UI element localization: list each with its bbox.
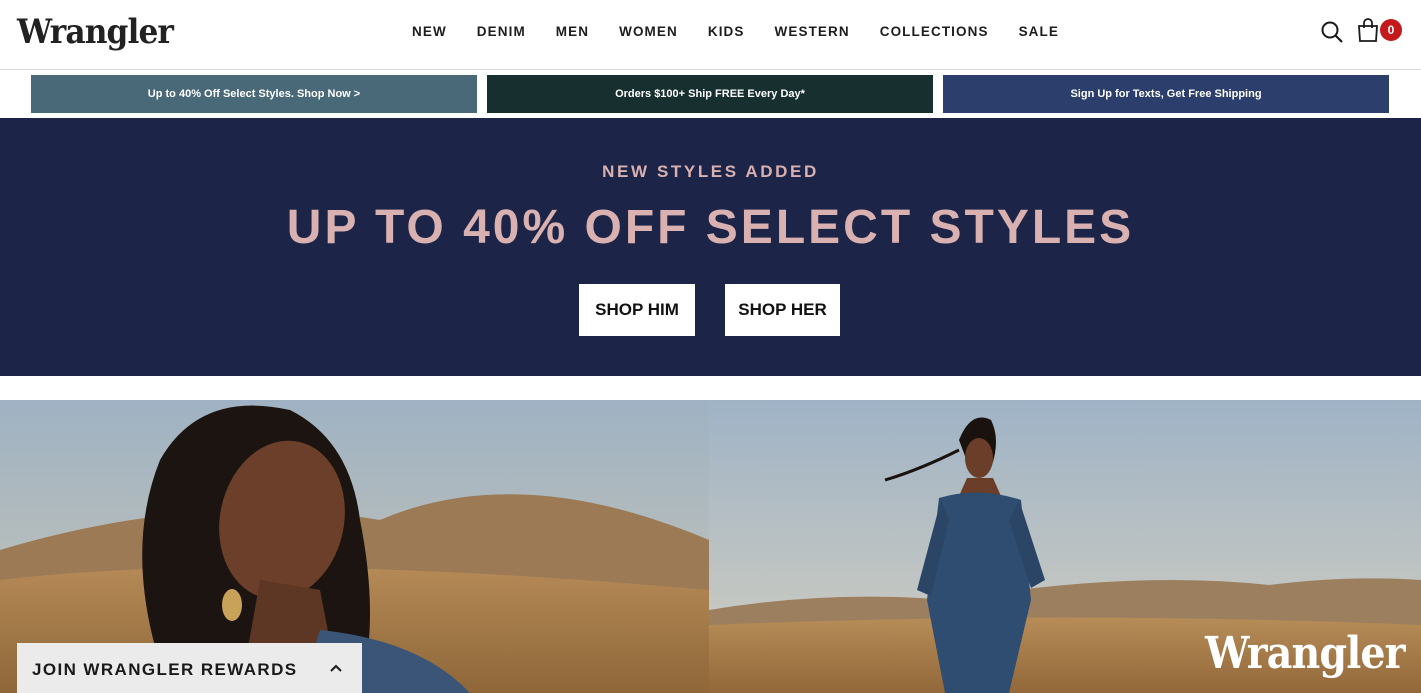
promo-shipping-banner[interactable]: Orders $100+ Ship FREE Every Day* bbox=[487, 75, 933, 113]
promo-sale-banner[interactable]: Up to 40% Off Select Styles. Shop Now > bbox=[31, 75, 477, 113]
nav-sale[interactable]: SALE bbox=[1004, 24, 1074, 39]
nav-kids[interactable]: KIDS bbox=[693, 24, 760, 39]
rewards-label: JOIN WRANGLER REWARDS bbox=[32, 660, 298, 679]
shop-her-button[interactable]: SHOP HER bbox=[725, 284, 840, 336]
shop-him-button[interactable]: SHOP HIM bbox=[579, 284, 695, 336]
wrangler-logo[interactable]: Wrangler bbox=[17, 12, 174, 52]
nav-men[interactable]: MEN bbox=[541, 24, 604, 39]
nav-collections[interactable]: COLLECTIONS bbox=[865, 24, 1004, 39]
nav-women[interactable]: WOMEN bbox=[604, 24, 693, 39]
hero-headline: UP TO 40% OFF SELECT STYLES bbox=[286, 201, 1135, 254]
cart-count-badge: 0 bbox=[1380, 19, 1402, 41]
rewards-drawer-toggle[interactable]: JOIN WRANGLER REWARDS bbox=[17, 643, 362, 693]
chevron-up-icon[interactable] bbox=[329, 662, 343, 676]
hero-banner: NEW STYLES ADDED UP TO 40% OFF SELECT ST… bbox=[0, 118, 1421, 376]
nav-western[interactable]: WESTERN bbox=[760, 24, 865, 39]
shopping-bag-icon[interactable] bbox=[1356, 17, 1380, 43]
main-nav: NEW DENIM MEN WOMEN KIDS WESTERN COLLECT… bbox=[397, 0, 1074, 62]
site-header: Wrangler NEW DENIM MEN WOMEN KIDS WESTER… bbox=[0, 0, 1421, 70]
nav-new[interactable]: NEW bbox=[397, 24, 462, 39]
search-icon[interactable] bbox=[1320, 20, 1344, 44]
promo-texts-banner[interactable]: Sign Up for Texts, Get Free Shipping bbox=[943, 75, 1389, 113]
nav-denim[interactable]: DENIM bbox=[462, 24, 541, 39]
hero-eyebrow: NEW STYLES ADDED bbox=[602, 162, 819, 181]
wrangler-watermark-logo: Wrangler bbox=[1205, 628, 1406, 679]
